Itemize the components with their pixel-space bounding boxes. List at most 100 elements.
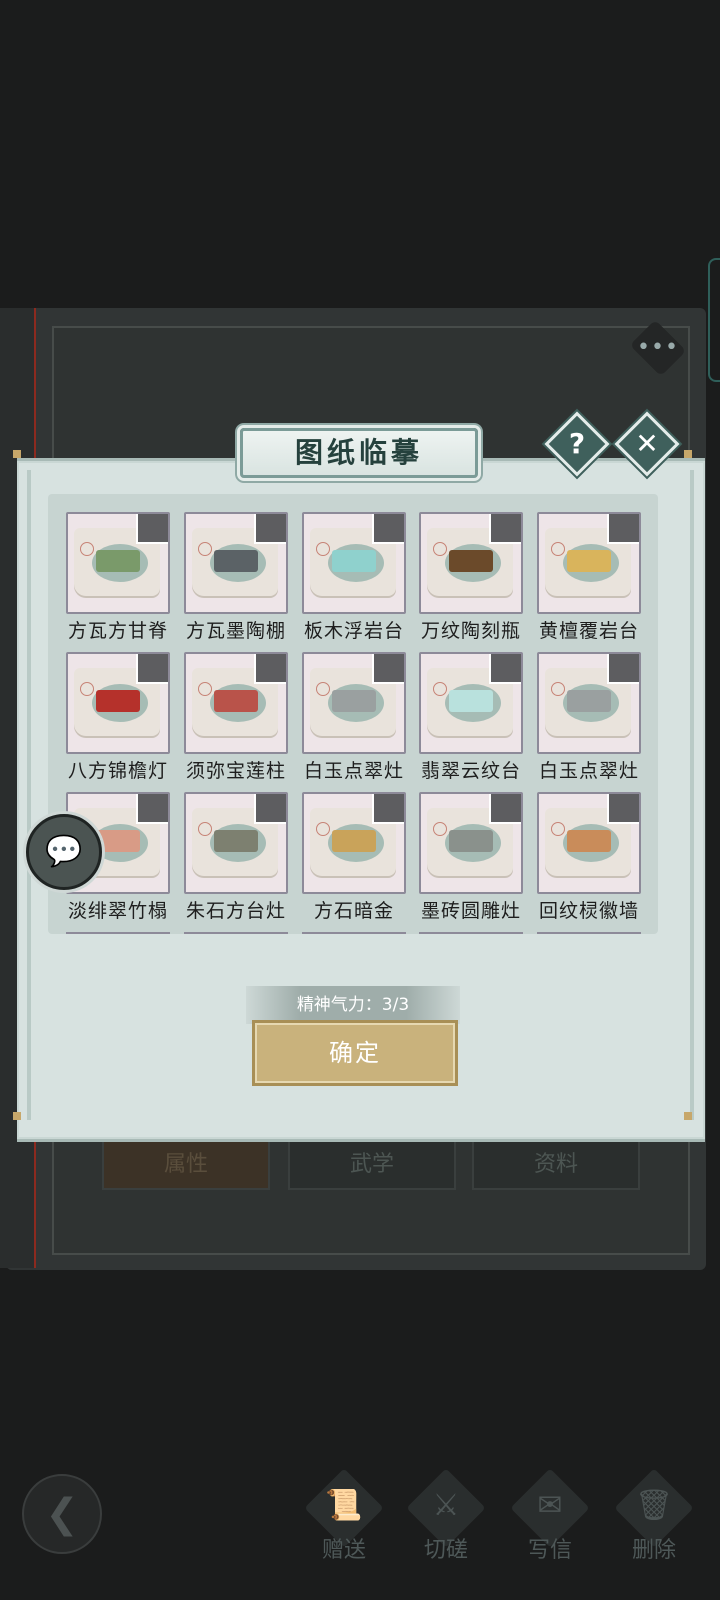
blueprint-name: 翡翠云纹台 — [420, 760, 521, 782]
tab-martial-arts[interactable]: 武学 — [288, 1140, 456, 1190]
seal-stamp-icon — [316, 542, 330, 556]
status-flag-icon — [254, 794, 286, 824]
blueprint-grid: 方瓦方甘脊 方瓦墨陶棚 板木浮岩台 万纹陶刻瓶 黄檀覆岩台 八方锦檐灯 须弥宝莲柱 白玉点翠灶… — [48, 494, 658, 934]
side-drawer-handle[interactable] — [708, 258, 720, 382]
seal-stamp-icon — [80, 542, 94, 556]
beam-frame-icon — [96, 550, 140, 572]
blueprint-card-partial[interactable] — [419, 932, 523, 934]
blueprint-card-partial[interactable] — [66, 932, 170, 934]
lattice-wall-icon — [567, 830, 611, 852]
blueprint-name: 板木浮岩台 — [303, 620, 404, 642]
status-flag-icon — [372, 794, 404, 824]
stone-slab-icon — [332, 550, 376, 572]
blueprint-card[interactable]: 回纹棂徽墙 — [537, 792, 641, 922]
blueprint-name: 须弥宝莲柱 — [185, 760, 286, 782]
write-letter-button[interactable]: ✉ 写信 — [502, 1468, 598, 1570]
status-flag-icon — [372, 654, 404, 684]
blueprint-thumbnail — [66, 652, 170, 754]
blueprint-thumbnail — [419, 792, 523, 894]
seal-stamp-icon — [198, 542, 212, 556]
blueprint-card[interactable]: 方石暗金 — [302, 792, 406, 922]
blueprint-card[interactable]: 朱石方台灶 — [184, 792, 288, 922]
blueprint-name: 白玉点翠灶 — [538, 760, 639, 782]
blueprint-name: 回纹棂徽墙 — [538, 900, 639, 922]
delete-label: 删除 — [631, 1538, 676, 1563]
dialog-corner-ornament — [13, 450, 21, 458]
status-flag-icon — [136, 654, 168, 684]
tab-attributes[interactable]: 属性 — [102, 1140, 270, 1190]
status-flag-icon — [489, 654, 521, 684]
dialog-border-right — [690, 470, 694, 1120]
stove-icon — [567, 690, 611, 712]
tab-info[interactable]: 资料 — [472, 1140, 640, 1190]
dialog-corner-ornament — [684, 450, 692, 458]
bamboo-bed-icon — [96, 830, 140, 852]
confirm-button[interactable]: 确定 — [252, 1020, 458, 1086]
blueprint-name: 墨砖圆雕灶 — [420, 900, 521, 922]
gift-label: 赠送 — [321, 1538, 366, 1563]
trash-icon: 🗑 — [634, 1488, 674, 1523]
blueprint-card[interactable]: 黄檀覆岩台 — [537, 512, 641, 642]
stove-icon — [332, 690, 376, 712]
status-flag-icon — [607, 794, 639, 824]
back-arrow-icon: ❮ — [45, 1491, 79, 1537]
blueprint-thumbnail — [184, 792, 288, 894]
seal-stamp-icon — [80, 682, 94, 696]
dialog-border-left — [27, 470, 31, 1120]
blueprint-thumbnail — [419, 652, 523, 754]
seal-stamp-icon — [198, 682, 212, 696]
blueprint-card[interactable]: 白玉点翠灶 — [537, 652, 641, 782]
blueprint-card-partial[interactable] — [302, 932, 406, 934]
blueprint-name: 万纹陶刻瓶 — [420, 620, 521, 642]
blueprint-card[interactable]: 万纹陶刻瓶 — [419, 512, 523, 642]
chat-icon: 💬 — [45, 834, 83, 869]
blueprint-name: 方石暗金 — [313, 900, 394, 922]
blueprint-card[interactable]: 墨砖圆雕灶 — [419, 792, 523, 922]
status-flag-icon — [489, 514, 521, 544]
seal-stamp-icon — [551, 542, 565, 556]
blueprint-card-partial[interactable] — [537, 932, 641, 934]
spar-button[interactable]: ⚔ 切磋 — [398, 1468, 494, 1570]
seal-stamp-icon — [433, 822, 447, 836]
hanging-lantern-icon — [96, 690, 140, 712]
blueprint-card[interactable]: 方瓦墨陶棚 — [184, 512, 288, 642]
blueprint-thumbnail — [419, 512, 523, 614]
blueprint-thumbnail — [537, 512, 641, 614]
blueprint-name: 白玉点翠灶 — [303, 760, 404, 782]
blueprint-card-partial[interactable] — [184, 932, 288, 934]
blueprint-card[interactable]: 板木浮岩台 — [302, 512, 406, 642]
status-flag-icon — [136, 794, 168, 824]
seal-stamp-icon — [316, 682, 330, 696]
gift-button[interactable]: 📜 赠送 — [296, 1468, 392, 1570]
seal-stamp-icon — [433, 542, 447, 556]
delete-button[interactable]: 🗑 删除 — [606, 1468, 702, 1570]
chimney-stove-icon — [214, 830, 258, 852]
dialog-corner-ornament — [684, 1112, 692, 1120]
blueprint-thumbnail — [537, 652, 641, 754]
spar-label: 切磋 — [423, 1538, 468, 1563]
blueprint-card[interactable]: 须弥宝莲柱 — [184, 652, 288, 782]
blueprint-thumbnail — [184, 512, 288, 614]
sword-icon: ⚔ — [432, 1488, 460, 1523]
blueprint-thumbnail — [302, 792, 406, 894]
blueprint-name: 淡绯翠竹榻 — [67, 900, 168, 922]
jade-slab-icon — [449, 690, 493, 712]
letter-icon: ✉ — [537, 1488, 563, 1523]
chat-button[interactable]: 💬 — [26, 814, 102, 890]
seal-stamp-icon — [551, 682, 565, 696]
status-flag-icon — [254, 514, 286, 544]
scroll-icon: 📜 — [325, 1488, 363, 1523]
status-flag-icon — [607, 654, 639, 684]
blueprint-card[interactable]: 白玉点翠灶 — [302, 652, 406, 782]
energy-status: 精神气力：3/3 — [246, 986, 460, 1024]
blueprint-card[interactable]: 方瓦方甘脊 — [66, 512, 170, 642]
blueprint-name: 八方锦檐灯 — [67, 760, 168, 782]
dialog-corner-ornament — [13, 1112, 21, 1120]
blueprint-card[interactable]: 翡翠云纹台 — [419, 652, 523, 782]
blueprint-thumbnail — [537, 792, 641, 894]
status-flag-icon — [136, 514, 168, 544]
flower-vase-icon — [449, 550, 493, 572]
status-flag-icon — [254, 654, 286, 684]
back-button[interactable]: ❮ — [22, 1474, 102, 1554]
blueprint-card[interactable]: 八方锦檐灯 — [66, 652, 170, 782]
